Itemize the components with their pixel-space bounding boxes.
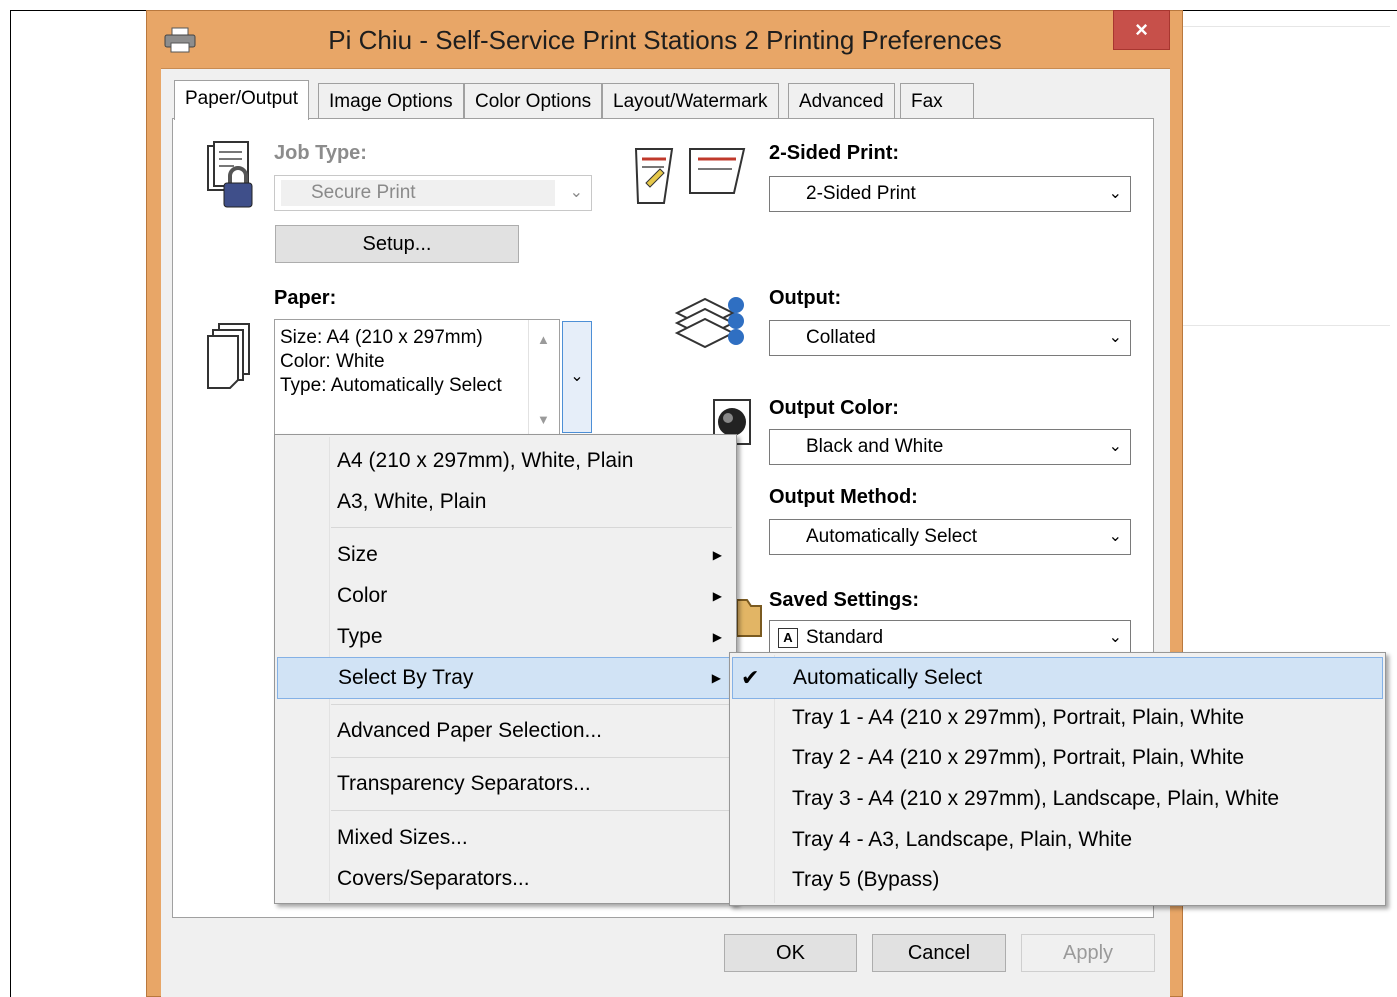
- tab-paper-output[interactable]: Paper/Output: [174, 80, 310, 120]
- job-type-label: Job Type:: [274, 142, 367, 164]
- two-sided-print-icon: [634, 148, 746, 204]
- chevron-down-icon: ⌄: [1108, 329, 1122, 346]
- folder-icon: [736, 599, 762, 637]
- chevron-down-icon: ⌄: [570, 368, 584, 385]
- tab-advanced[interactable]: Advanced: [788, 83, 895, 119]
- tray-submenu: ✔ Automatically Select Tray 1 - A4 (210 …: [729, 652, 1386, 906]
- tray-item-5-bypass[interactable]: Tray 5 (Bypass): [732, 860, 1383, 900]
- menu-separator: [331, 810, 732, 811]
- close-button[interactable]: ×: [1113, 10, 1170, 50]
- tray-item-1[interactable]: Tray 1 - A4 (210 x 297mm), Portrait, Pla…: [732, 698, 1383, 738]
- output-value: Collated: [806, 327, 876, 348]
- menu-separator: [331, 757, 732, 758]
- menu-item-label: Select By Tray: [338, 666, 474, 689]
- saved-settings-label: Saved Settings:: [769, 589, 920, 611]
- menu-item-size[interactable]: Size ▶: [277, 535, 734, 575]
- menu-separator: [331, 527, 732, 528]
- menu-item-advanced-paper-selection[interactable]: Advanced Paper Selection...: [277, 711, 734, 751]
- chevron-down-icon: ⌄: [1108, 438, 1122, 455]
- menu-item-transparency-separators[interactable]: Transparency Separators...: [277, 764, 734, 804]
- submenu-arrow-icon: ▶: [711, 671, 721, 685]
- output-label: Output:: [769, 287, 842, 309]
- saved-settings-select[interactable]: A Standard ⌄: [769, 620, 1131, 656]
- scrollbar[interactable]: ▲ ▼: [528, 320, 559, 434]
- background-divider: [1170, 325, 1390, 326]
- output-select[interactable]: Collated ⌄: [769, 320, 1131, 356]
- output-color-label: Output Color:: [769, 397, 899, 419]
- chevron-down-icon: ⌄: [569, 184, 583, 201]
- collated-output-icon: [674, 297, 744, 349]
- menu-item-a3[interactable]: A3, White, Plain: [277, 482, 734, 522]
- paper-summary-box[interactable]: Size: A4 (210 x 297mm) Color: White Type…: [274, 319, 560, 435]
- tray-item-3[interactable]: Tray 3 - A4 (210 x 297mm), Landscape, Pl…: [732, 779, 1383, 819]
- menu-item-label: Automatically Select: [793, 666, 983, 689]
- paper-stack-icon: [207, 323, 250, 389]
- saved-setting-icon: A: [778, 627, 798, 648]
- chevron-down-icon: ⌄: [1108, 528, 1122, 545]
- setup-button[interactable]: Setup...: [275, 225, 519, 263]
- output-method-label: Output Method:: [769, 486, 918, 508]
- apply-button[interactable]: Apply: [1021, 934, 1155, 972]
- tray-item-2[interactable]: Tray 2 - A4 (210 x 297mm), Portrait, Pla…: [732, 738, 1383, 778]
- secure-document-icon: [207, 141, 253, 208]
- menu-item-a4[interactable]: A4 (210 x 297mm), White, Plain: [277, 441, 734, 481]
- cancel-button[interactable]: Cancel: [872, 934, 1006, 972]
- tab-image-options[interactable]: Image Options: [318, 83, 464, 119]
- tab-color-options[interactable]: Color Options: [464, 83, 603, 119]
- job-type-value: Secure Print: [311, 182, 416, 203]
- tray-item-4[interactable]: Tray 4 - A3, Landscape, Plain, White: [732, 820, 1383, 860]
- frame-border: [10, 10, 11, 997]
- submenu-arrow-icon: ▶: [712, 548, 722, 562]
- menu-item-color[interactable]: Color ▶: [277, 576, 734, 616]
- ok-button[interactable]: OK: [724, 934, 857, 972]
- menu-item-type[interactable]: Type ▶: [277, 617, 734, 657]
- menu-item-label: Color: [337, 584, 388, 607]
- chevron-down-icon: ⌄: [1108, 185, 1122, 202]
- menu-item-select-by-tray[interactable]: Select By Tray ▶: [277, 657, 734, 699]
- output-color-select[interactable]: Black and White ⌄: [769, 429, 1131, 465]
- two-sided-select[interactable]: 2-Sided Print ⌄: [769, 176, 1131, 212]
- window-title: Pi Chiu - Self-Service Print Stations 2 …: [328, 25, 1002, 55]
- paper-options-menu: A4 (210 x 297mm), White, Plain A3, White…: [274, 434, 737, 904]
- submenu-arrow-icon: ▶: [712, 589, 722, 603]
- saved-settings-value: Standard: [806, 627, 884, 648]
- two-sided-value: 2-Sided Print: [806, 183, 916, 204]
- paper-type-line: Type: Automatically Select: [280, 375, 502, 396]
- two-sided-label: 2-Sided Print:: [769, 142, 900, 164]
- tab-layout-watermark[interactable]: Layout/Watermark: [602, 83, 779, 119]
- scroll-up-icon: ▲: [537, 332, 550, 347]
- job-type-select[interactable]: Secure Print ⌄: [274, 175, 592, 211]
- tab-fax[interactable]: Fax: [900, 83, 974, 119]
- checkmark-icon: ✔: [741, 665, 760, 690]
- printer-icon: [164, 27, 196, 53]
- paper-label: Paper:: [274, 287, 337, 309]
- output-method-value: Automatically Select: [806, 526, 978, 547]
- paper-size-line: Size: A4 (210 x 297mm): [280, 327, 483, 348]
- paper-dropdown-button[interactable]: ⌄: [562, 321, 592, 433]
- scroll-down-icon: ▼: [537, 412, 550, 427]
- menu-item-covers-separators[interactable]: Covers/Separators...: [277, 859, 734, 899]
- output-method-select[interactable]: Automatically Select ⌄: [769, 519, 1131, 555]
- background-divider: [1170, 26, 1390, 27]
- menu-separator: [331, 704, 732, 705]
- output-color-value: Black and White: [806, 436, 944, 457]
- submenu-arrow-icon: ▶: [712, 630, 722, 644]
- chevron-down-icon: ⌄: [1108, 629, 1122, 646]
- menu-item-label: Type: [337, 625, 383, 648]
- tray-item-automatically-select[interactable]: ✔ Automatically Select: [732, 657, 1383, 699]
- paper-color-line: Color: White: [280, 351, 385, 372]
- menu-item-label: Size: [337, 543, 378, 566]
- menu-item-mixed-sizes[interactable]: Mixed Sizes...: [277, 818, 734, 858]
